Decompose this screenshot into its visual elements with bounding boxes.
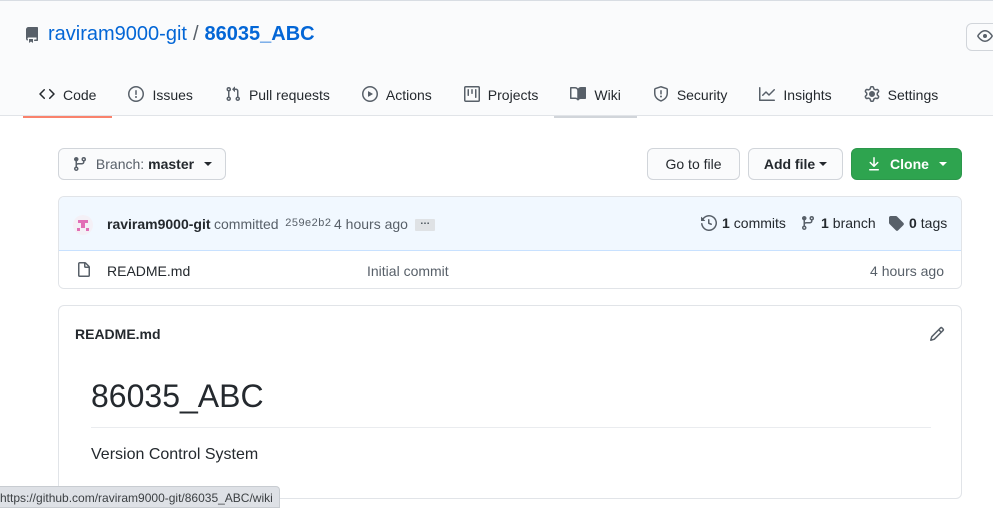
repo-icon bbox=[24, 26, 40, 43]
chevron-down-icon bbox=[819, 162, 828, 166]
eye-icon bbox=[977, 28, 993, 47]
history-icon bbox=[701, 215, 722, 231]
add-file-button[interactable]: Add file bbox=[748, 148, 843, 180]
tab-label: Code bbox=[63, 87, 97, 103]
git-branch-icon bbox=[72, 156, 88, 172]
issue-opened-icon bbox=[128, 85, 152, 105]
file-age: 4 hours ago bbox=[870, 263, 944, 279]
commits-count: 1 bbox=[722, 215, 730, 231]
branch-prefix: Branch: bbox=[95, 156, 145, 172]
tab-label: Settings bbox=[887, 87, 939, 103]
branch-count: 1 bbox=[821, 215, 829, 231]
readme-filename: README.md bbox=[75, 326, 161, 342]
status-bar-url: https://github.com/raviram9000-git/86035… bbox=[0, 486, 280, 508]
repo-separator: / bbox=[192, 23, 199, 45]
tab-label: Actions bbox=[385, 87, 432, 103]
tab-label: Wiki bbox=[594, 87, 621, 103]
tab-projects[interactable]: Projects bbox=[448, 73, 555, 117]
commit-sha-link[interactable]: 259e2b2 bbox=[285, 218, 331, 230]
repo-name-link[interactable]: 86035_ABC bbox=[205, 23, 315, 46]
chevron-down-icon bbox=[204, 162, 213, 166]
tab-security[interactable]: Security bbox=[637, 73, 744, 117]
tab-wiki[interactable]: Wiki bbox=[554, 73, 638, 118]
watch-button[interactable] bbox=[966, 23, 993, 51]
file-icon bbox=[76, 262, 92, 281]
git-pull-request-icon bbox=[225, 86, 249, 105]
latest-commit-row: raviram9000-git committed 259e2b2 4 hour… bbox=[59, 197, 961, 251]
graph-icon bbox=[759, 86, 783, 105]
branch-label: branch bbox=[832, 215, 876, 231]
branch-count-link[interactable]: 1 branch bbox=[800, 215, 876, 231]
table-row: README.md Initial commit 4 hours ago bbox=[59, 251, 961, 288]
tab-label: Issues bbox=[152, 87, 193, 103]
tab-label: Projects bbox=[487, 87, 539, 103]
branch-name: master bbox=[148, 156, 195, 172]
commits-count-link[interactable]: 1 commits bbox=[701, 215, 786, 231]
git-branch-icon bbox=[800, 215, 821, 231]
download-icon bbox=[866, 156, 882, 172]
shield-icon bbox=[653, 85, 677, 105]
tab-actions[interactable]: Actions bbox=[346, 73, 448, 117]
tab-label: Insights bbox=[783, 87, 832, 103]
tags-count-link[interactable]: 0 tags bbox=[888, 215, 947, 231]
tab-issues[interactable]: Issues bbox=[112, 73, 208, 117]
tags-label: tags bbox=[920, 215, 948, 231]
add-file-label: Add file bbox=[763, 156, 816, 172]
repo-title: raviram9000-git / 86035_ABC bbox=[24, 23, 315, 46]
commit-message-expand-button[interactable]: … bbox=[415, 217, 435, 231]
commit-action-text: committed bbox=[214, 216, 279, 232]
clone-button[interactable]: Clone bbox=[851, 148, 962, 180]
commits-label: commits bbox=[733, 215, 786, 231]
repo-tabs: Code Issues Pull requests Actions Projec… bbox=[23, 73, 955, 118]
avatar[interactable] bbox=[73, 215, 93, 235]
readme-panel: README.md 86035_ABC Version Control Syst… bbox=[58, 305, 962, 499]
code-icon bbox=[39, 86, 63, 105]
gear-icon bbox=[864, 85, 888, 105]
tab-label: Security bbox=[676, 87, 728, 103]
tab-label: Pull requests bbox=[248, 87, 330, 103]
readme-heading: 86035_ABC bbox=[91, 378, 931, 428]
tab-code[interactable]: Code bbox=[23, 73, 113, 118]
file-commit-message-link[interactable]: Initial commit bbox=[367, 263, 449, 279]
branch-select-button[interactable]: Branch: master bbox=[58, 148, 226, 180]
file-name-link[interactable]: README.md bbox=[107, 263, 190, 279]
tab-pull-requests[interactable]: Pull requests bbox=[209, 73, 346, 117]
commit-time: 4 hours ago bbox=[334, 216, 408, 232]
tags-count: 0 bbox=[909, 215, 917, 231]
tag-icon bbox=[888, 215, 909, 231]
repo-owner-link[interactable]: raviram9000-git bbox=[48, 23, 187, 46]
clone-label: Clone bbox=[890, 156, 929, 172]
commit-author-link[interactable]: raviram9000-git bbox=[107, 216, 211, 232]
chevron-down-icon bbox=[938, 162, 947, 166]
pencil-icon[interactable] bbox=[929, 326, 945, 345]
tab-insights[interactable]: Insights bbox=[743, 73, 847, 117]
play-icon bbox=[361, 85, 386, 105]
readme-body: Version Control System bbox=[91, 446, 259, 463]
tab-settings[interactable]: Settings bbox=[848, 73, 955, 117]
project-icon bbox=[463, 85, 488, 105]
file-browser: raviram9000-git committed 259e2b2 4 hour… bbox=[58, 196, 962, 289]
book-icon bbox=[570, 86, 594, 105]
go-to-file-button[interactable]: Go to file bbox=[647, 148, 740, 180]
repo-header: raviram9000-git / 86035_ABC Code Issues … bbox=[0, 0, 993, 118]
